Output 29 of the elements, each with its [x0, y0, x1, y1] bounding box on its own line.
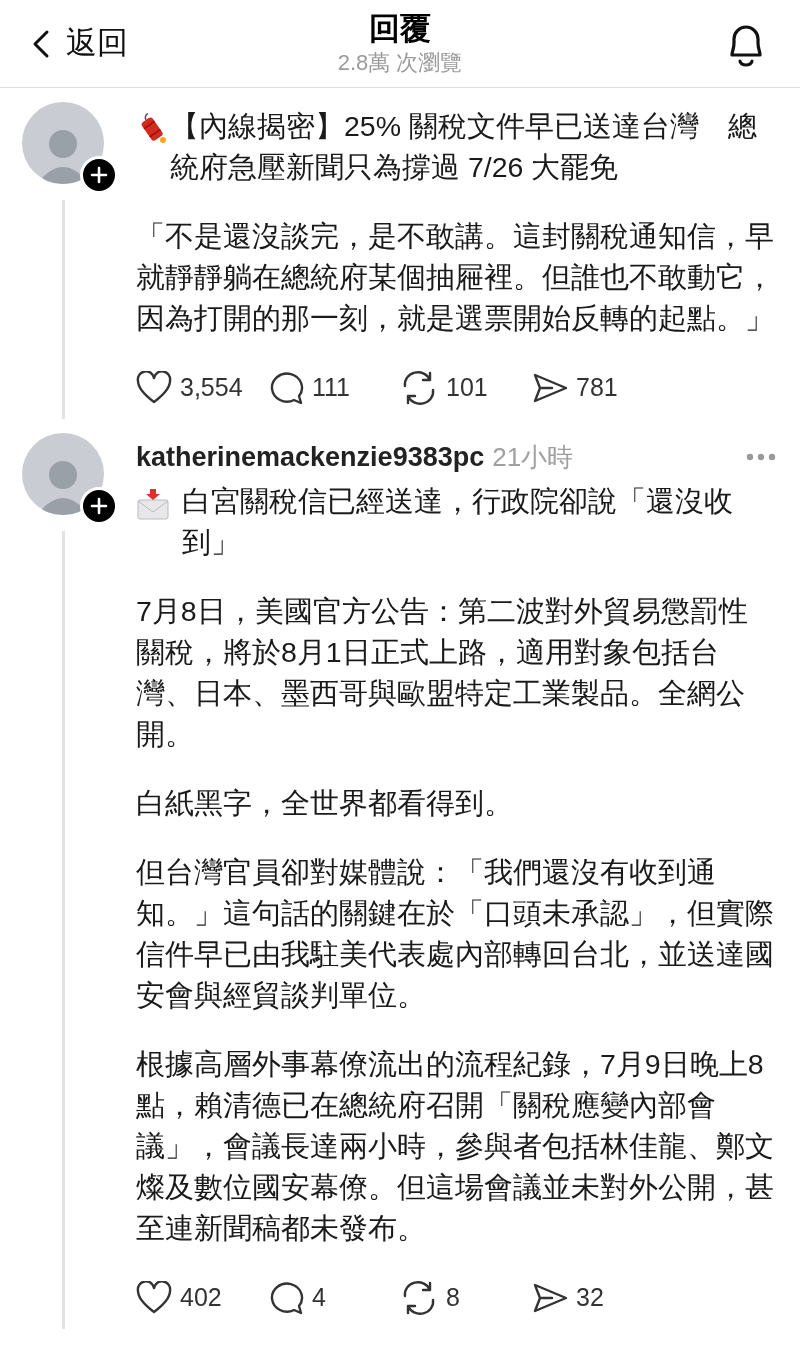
post-text: 7月8日，美國官方公告：第二波對外貿易懲罰性關稅，將於8月1日正式上路，適用對象包括台灣、日本、墨西哥與歐盟特定工業製品。全網公開。 — [136, 594, 749, 752]
share-count: 32 — [576, 1282, 604, 1313]
chevron-left-icon — [32, 28, 50, 59]
post-text: 根據高層外事幕僚流出的流程紀錄，7月9日晚上8點，賴清德已在總統府召開「關稅應變內部會議」，會議長達兩小時，參與者包括林佳龍、鄭文燦及數位國安幕僚。但這場會議並未對外公開，甚至連新聞稿都未發布。 — [136, 1047, 775, 1246]
reply-count: 111 — [312, 372, 350, 403]
back-button[interactable]: 返回 — [32, 20, 212, 67]
post-text: 白宮關稅信已經送達，行政院卻說「還沒收到」 — [182, 484, 734, 560]
post-text: 「不是還沒談完，是不敢講。這封關稅通知信，早就靜靜躺在總統府某個抽屜裡。但誰也不敢動它，因為打開的那一刻，就是選票開始反轉的起點。」 — [136, 219, 775, 336]
post-text: 但台灣官員卻對媒體說：「我們還沒有收到通知。」這句話的關鍵在於「口頭未承認」，但實際信件早已由我駐美代表處內部轉回台北，並送達國安會與經貿談判單位。 — [136, 855, 775, 1013]
post-text: 【內線揭密】25% 關稅文件早已送達台灣 總統府急壓新聞只為撐過 7/26 大罷免 — [170, 109, 758, 185]
repost-count: 101 — [446, 372, 488, 403]
envelope-icon — [136, 488, 170, 520]
like-count: 402 — [180, 1282, 222, 1313]
repost-count: 8 — [446, 1282, 460, 1313]
view-count: 2.8萬 次瀏覽 — [337, 48, 463, 77]
speech-bubble-icon[interactable] — [268, 370, 304, 405]
share-count: 781 — [576, 372, 618, 403]
send-icon[interactable] — [532, 1281, 568, 1314]
post-time: 21小時 — [492, 440, 574, 474]
username[interactable]: katherinemackenzie9383pc — [136, 436, 485, 477]
heart-icon[interactable] — [136, 1280, 172, 1315]
page-title: 回覆 — [369, 9, 431, 48]
speech-bubble-icon[interactable] — [268, 1280, 304, 1315]
heart-icon[interactable] — [136, 370, 172, 405]
like-count: 3,554 — [180, 372, 243, 403]
post-text: 白紙黑字，全世界都看得到。 — [136, 786, 514, 821]
send-icon[interactable] — [532, 371, 568, 404]
more-options-icon[interactable] — [746, 452, 776, 461]
reply-count: 4 — [312, 1282, 326, 1313]
